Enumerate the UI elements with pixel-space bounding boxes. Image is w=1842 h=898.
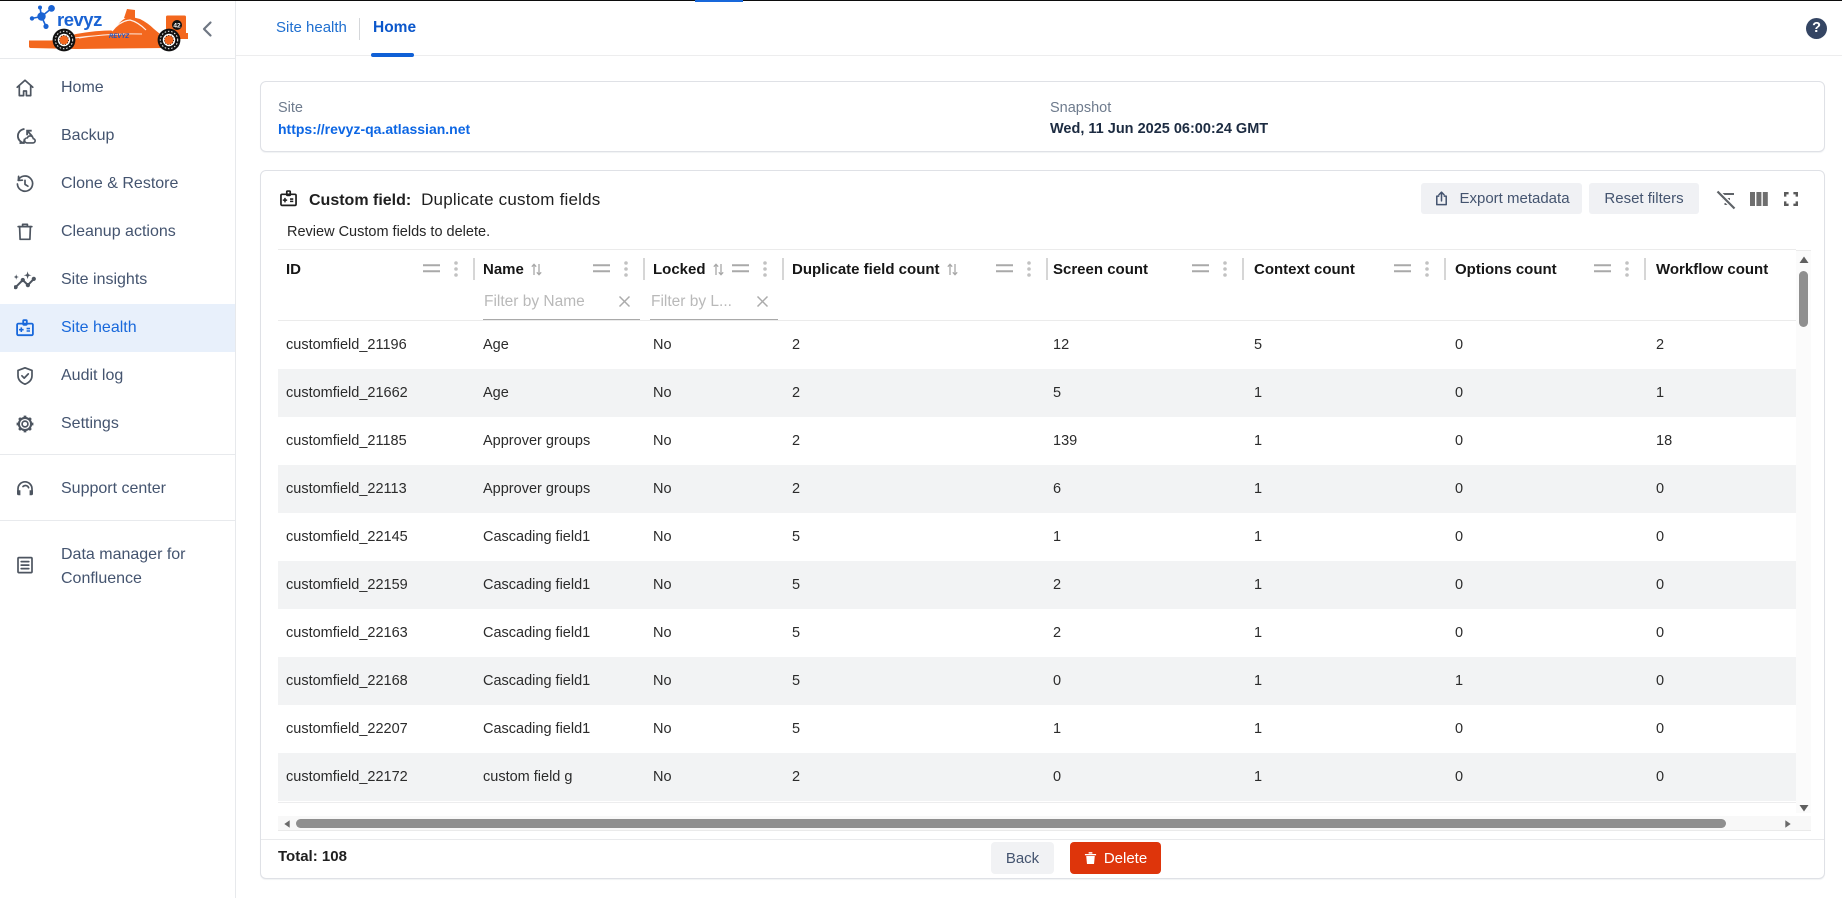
svg-text:42: 42 bbox=[173, 23, 181, 30]
svg-text:revyz: revyz bbox=[57, 9, 102, 30]
svg-text:REVYZ: REVYZ bbox=[109, 34, 129, 40]
